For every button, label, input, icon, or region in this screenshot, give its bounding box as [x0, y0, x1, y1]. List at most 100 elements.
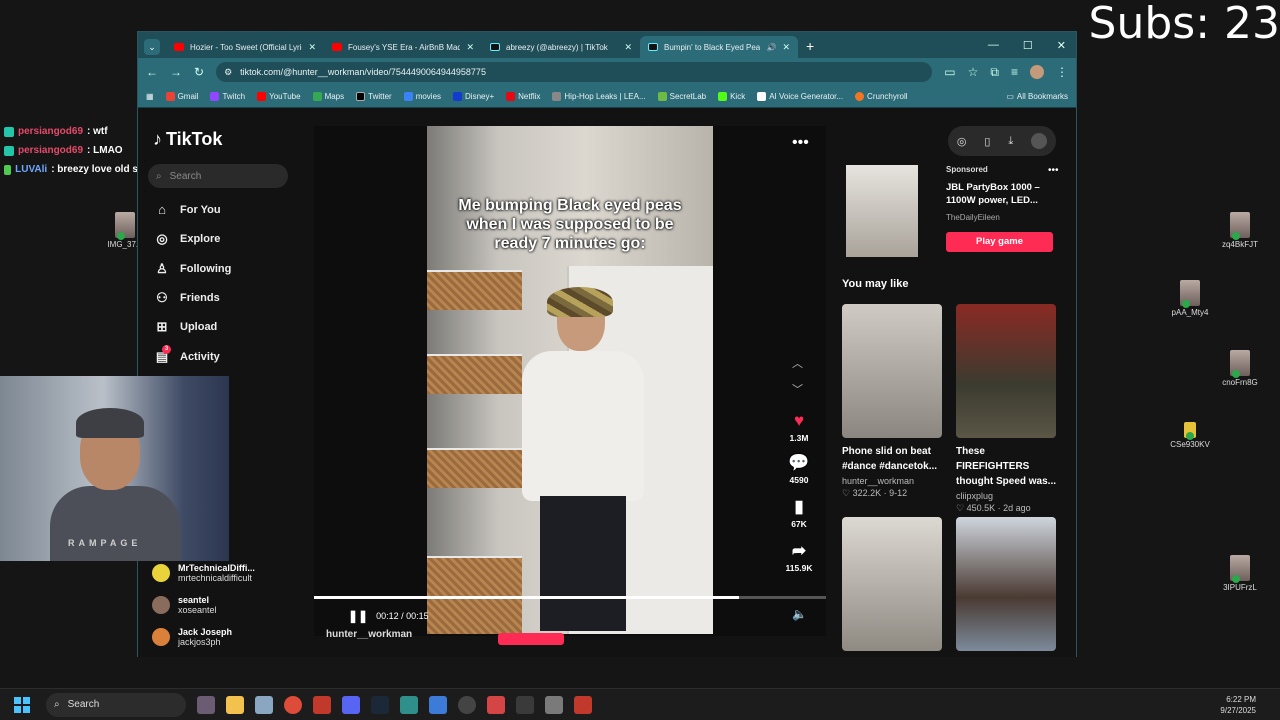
desktop-icon[interactable]: 3IPUFrzL [1205, 555, 1275, 592]
download-icon[interactable]: ⤓ [1008, 135, 1013, 148]
nav-friends[interactable]: ⚇ Friends [154, 290, 220, 306]
suggested-video[interactable]: Phone slid on beat #dance #dancetok... h… [842, 304, 942, 499]
bookmark-gmail[interactable]: Gmail [165, 92, 198, 101]
bookmark-youtube[interactable]: YouTube [257, 92, 301, 101]
follow-button[interactable] [498, 633, 564, 645]
video-thumbnail[interactable] [842, 304, 942, 438]
system-clock[interactable]: 6:22 PM 9/27/2025 [1220, 694, 1256, 716]
save-button[interactable]: ▮ 67K [776, 497, 822, 529]
compass-icon[interactable]: ◎ [957, 135, 967, 148]
windows-start-icon[interactable] [14, 696, 30, 713]
file-explorer-icon[interactable] [226, 695, 244, 714]
ad-image[interactable] [846, 165, 918, 257]
bookmark-disney[interactable]: Disney+ [453, 92, 494, 101]
address-bar[interactable]: ⚙ tiktok.com/@hunter__workman/video/75444… [216, 62, 933, 82]
video-thumbnail[interactable] [956, 517, 1056, 651]
bookmark-twitter[interactable]: Twitter [356, 92, 392, 101]
minimize-icon[interactable]: — [988, 39, 999, 52]
all-bookmarks[interactable]: ▭ All Bookmarks [1006, 92, 1068, 101]
bookmark-kick[interactable]: Kick [718, 92, 745, 101]
nav-activity[interactable]: ▤ 3 Activity [154, 345, 220, 365]
tiktok-logo[interactable]: ♪ TikTok [153, 129, 222, 150]
close-icon[interactable]: ✕ [308, 42, 316, 53]
new-tab-button[interactable]: + [806, 38, 814, 54]
suggested-video[interactable] [842, 517, 942, 651]
nav-explore[interactable]: ◎ Explore [154, 231, 220, 247]
forward-icon[interactable]: → [170, 65, 182, 79]
bookmark-secretlab[interactable]: SecretLab [657, 92, 706, 101]
taskbar-search[interactable]: ⌕ Search [46, 692, 186, 717]
browser-tab[interactable]: Fousey's YSE Era - AirBnB Madn ✕ [324, 36, 482, 58]
site-info-icon[interactable]: ⚙ [224, 67, 232, 78]
app-icon[interactable] [545, 695, 563, 714]
nav-following[interactable]: ♙ Following [154, 261, 231, 277]
back-icon[interactable]: ← [146, 65, 158, 79]
profile-icon[interactable] [1031, 133, 1048, 149]
bookmark-hiphop[interactable]: Hip-Hop Leaks | LEA... [552, 92, 646, 101]
browser-tab-active[interactable]: Bumpin' to Black Eyed Peas 🔊 ✕ [640, 36, 798, 58]
close-icon[interactable]: ✕ [624, 42, 632, 53]
bookmark-twitch[interactable]: Twitch [210, 92, 245, 101]
task-view-icon[interactable] [197, 695, 215, 714]
more-options-icon[interactable]: ••• [1048, 165, 1059, 176]
app-icon[interactable] [574, 695, 592, 714]
desktop-icon[interactable]: cnoFrn8G [1205, 350, 1275, 387]
browser-tab[interactable]: abreezy (@abreezy) | TikTok ✕ [482, 36, 640, 58]
tab-search-icon[interactable]: ⌄ [144, 39, 160, 55]
bookmark-maps[interactable]: Maps [312, 92, 344, 101]
notepad-icon[interactable] [429, 695, 447, 714]
chevron-down-icon[interactable]: ﹀ [792, 377, 803, 403]
reload-icon[interactable]: ↻ [194, 65, 204, 79]
pause-icon[interactable]: ❚❚ [348, 609, 368, 623]
phone-icon[interactable]: ▯ [984, 135, 990, 148]
desktop-icon[interactable]: zq4BkFJT [1205, 212, 1275, 249]
apps-icon[interactable]: ▦ [146, 92, 154, 101]
followed-account[interactable]: Jack Joseph jackjos3ph [152, 627, 232, 647]
search-input[interactable]: ⌕ Search [148, 164, 288, 188]
nav-for-you[interactable]: ⌂ For You [154, 202, 220, 217]
bookmark-netflix[interactable]: Netflix [506, 92, 540, 101]
obs-icon[interactable] [458, 695, 476, 714]
desktop-icon[interactable]: CSe930KV [1155, 422, 1225, 449]
extensions-icon[interactable]: ⧉ [990, 65, 999, 80]
suggested-video[interactable]: These FIREFIGHTERS thought Speed was... … [956, 304, 1056, 514]
close-icon[interactable]: ✕ [466, 42, 474, 53]
video-player[interactable]: Me bumping Black eyed peas when I was su… [314, 126, 826, 636]
close-window-icon[interactable]: ✕ [1057, 39, 1066, 52]
browser-tab[interactable]: Hozier - Too Sweet (Official Lyric ✕ [166, 36, 324, 58]
app-icon[interactable] [516, 695, 534, 714]
author-name[interactable]: hunter__workman [326, 629, 412, 640]
play-game-button[interactable]: Play game [946, 232, 1053, 252]
app-icon[interactable] [487, 695, 505, 714]
media-icon[interactable]: ≡ [1011, 65, 1018, 79]
close-icon[interactable]: ✕ [782, 42, 790, 53]
nav-upload[interactable]: ⊞ Upload [154, 319, 218, 335]
desktop-icon[interactable]: pAA_Mty4 [1155, 280, 1225, 317]
video-frame[interactable]: Me bumping Black eyed peas when I was su… [427, 126, 713, 634]
suggested-video[interactable] [956, 517, 1056, 651]
like-button[interactable]: ♥ 1.3M [776, 411, 822, 443]
more-options-icon[interactable]: ••• [792, 134, 809, 152]
share-button[interactable]: ➦ 115.9K [776, 541, 822, 573]
chevron-up-icon[interactable]: ︿ [792, 351, 803, 377]
profile-avatar[interactable] [1030, 65, 1044, 79]
settings-icon[interactable] [255, 695, 273, 714]
maximize-icon[interactable]: ☐ [1023, 39, 1033, 52]
discord-icon[interactable] [342, 695, 360, 714]
menu-icon[interactable]: ⋮ [1056, 65, 1068, 79]
audio-icon[interactable]: 🔊 [766, 43, 776, 52]
comment-button[interactable]: 💬 4590 [776, 453, 822, 485]
cast-icon[interactable]: ▭ [944, 65, 955, 79]
volume-icon[interactable]: 🔈 [792, 607, 807, 621]
app-icon[interactable] [313, 695, 331, 714]
followed-account[interactable]: seantel xoseantel [152, 595, 217, 615]
video-progress-bar[interactable] [314, 596, 826, 599]
bookmark-movies[interactable]: movies [403, 92, 441, 101]
steam-icon[interactable] [371, 695, 389, 714]
star-icon[interactable]: ☆ [968, 65, 979, 79]
bookmark-crunchyroll[interactable]: Crunchyroll [855, 92, 908, 101]
video-thumbnail[interactable] [956, 304, 1056, 438]
ad-title[interactable]: JBL PartyBox 1000 – 1100W power, LED... [946, 181, 1058, 207]
chrome-icon[interactable] [284, 695, 302, 714]
followed-account[interactable]: MrTechnicalDiffi... mrtechnicaldifficult [152, 563, 255, 583]
